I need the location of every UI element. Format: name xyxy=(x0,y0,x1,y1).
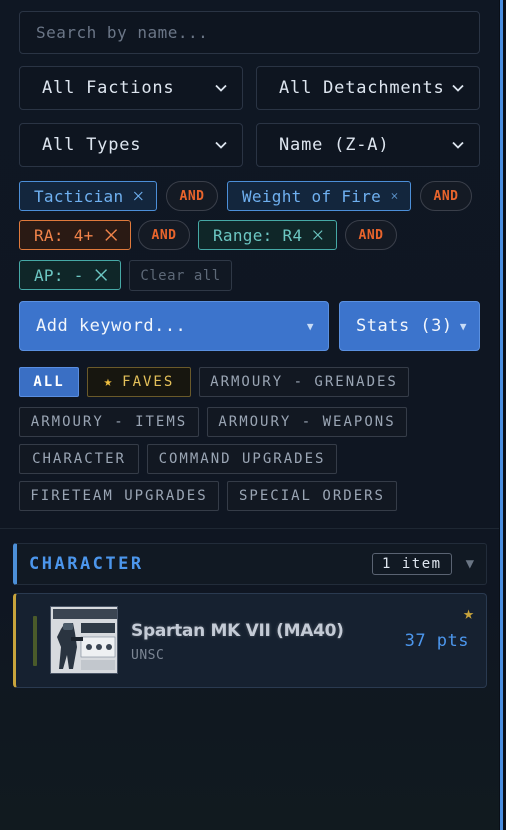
category-tab-label: FAVES xyxy=(122,374,175,390)
clear-all-button[interactable]: Clear all xyxy=(129,260,232,291)
item-points: 37 pts xyxy=(404,631,469,651)
sort-select[interactable]: Name (Z-A) xyxy=(256,123,480,167)
operator-label: AND xyxy=(358,227,384,243)
category-tab-character[interactable]: CHARACTER xyxy=(19,444,139,474)
detachment-select-value: All Detachments xyxy=(279,78,445,98)
operator-toggle[interactable]: AND xyxy=(420,181,472,211)
section-title: CHARACTER xyxy=(29,554,144,574)
sort-select-value: Name (Z-A) xyxy=(279,135,390,155)
close-icon[interactable] xyxy=(312,227,324,243)
item-faction: UNSC xyxy=(131,648,165,663)
category-tab-label: CHARACTER xyxy=(32,451,126,467)
add-keyword-label: Add keyword... xyxy=(36,316,187,336)
close-icon[interactable] xyxy=(133,188,144,204)
filter-chip-label: Tactician xyxy=(34,186,124,206)
category-tab-faves[interactable]: ★ FAVES xyxy=(87,367,191,397)
stats-dropdown[interactable]: Stats (3) ▼ xyxy=(339,301,480,351)
detachment-select[interactable]: All Detachments xyxy=(256,66,480,110)
chevron-down-icon xyxy=(452,141,464,149)
category-tab-label: COMMAND UPGRADES xyxy=(158,451,326,467)
chevron-down-icon xyxy=(452,84,464,92)
operator-label: AND xyxy=(433,188,459,204)
category-tab-label: ARMOURY - ITEMS xyxy=(30,414,188,430)
faction-select[interactable]: All Factions xyxy=(19,66,243,110)
chevron-down-icon xyxy=(215,141,227,149)
filter-chip-label: Range: R4 xyxy=(213,225,303,245)
type-select[interactable]: All Types xyxy=(19,123,243,167)
triangle-down-icon: ▼ xyxy=(306,319,314,333)
close-icon[interactable] xyxy=(94,267,108,283)
category-tab-special-orders[interactable]: SPECIAL ORDERS xyxy=(227,481,397,511)
category-tab-fireteam-upgrades[interactable]: FIRETEAM UPGRADES xyxy=(19,481,219,511)
collapse-triangle-icon[interactable]: ▼ xyxy=(466,556,474,572)
category-tab-armoury-items[interactable]: ARMOURY - ITEMS xyxy=(19,407,199,437)
category-tab-label: SPECIAL ORDERS xyxy=(238,488,385,504)
operator-label: AND xyxy=(151,227,177,243)
operator-toggle[interactable]: AND xyxy=(345,220,397,250)
search-input[interactable] xyxy=(19,11,480,54)
close-icon[interactable] xyxy=(391,188,398,204)
spartan-card-image xyxy=(51,607,117,673)
filter-chip-tactician[interactable]: Tactician xyxy=(19,181,157,211)
category-tab-label: ALL xyxy=(33,374,65,390)
category-tab-command-upgrades[interactable]: COMMAND UPGRADES xyxy=(147,444,337,474)
item-card[interactable]: Spartan MK VII (MA40) UNSC 37 pts ★ xyxy=(13,593,487,688)
section-header-character[interactable]: CHARACTER 1 item ▼ xyxy=(13,543,487,585)
category-tab-armoury-grenades[interactable]: ARMOURY - GRENADES xyxy=(199,367,409,397)
category-tab-label: ARMOURY - GRENADES xyxy=(210,374,398,390)
add-keyword-dropdown[interactable]: Add keyword... ▼ xyxy=(19,301,329,351)
item-name: Spartan MK VII (MA40) xyxy=(131,621,344,641)
type-select-value: All Types xyxy=(42,135,142,155)
filter-chip-ap[interactable]: AP: - xyxy=(19,260,121,290)
triangle-down-icon: ▼ xyxy=(459,319,467,333)
stats-label: Stats (3) xyxy=(356,316,453,336)
item-thumbnail xyxy=(50,606,118,674)
scrollbar[interactable] xyxy=(499,0,506,830)
chevron-down-icon xyxy=(215,84,227,92)
filter-chip-label: AP: - xyxy=(34,265,84,285)
faction-select-value: All Factions xyxy=(42,78,175,98)
category-tab-armoury-weapons[interactable]: ARMOURY - WEAPONS xyxy=(207,407,407,437)
filter-chip-label: RA: 4+ xyxy=(34,225,94,245)
star-icon: ★ xyxy=(103,374,115,390)
category-tab-label: ARMOURY - WEAPONS xyxy=(218,414,396,430)
close-icon[interactable] xyxy=(104,227,118,243)
operator-toggle[interactable]: AND xyxy=(166,181,218,211)
divider xyxy=(0,528,499,529)
filter-chip-range[interactable]: Range: R4 xyxy=(198,220,337,250)
filter-chip-ra[interactable]: RA: 4+ xyxy=(19,220,131,250)
filter-chip-label: Weight of Fire xyxy=(242,186,382,206)
category-tab-all[interactable]: ALL xyxy=(19,367,79,397)
favorite-star-icon[interactable]: ★ xyxy=(463,603,474,624)
category-tab-label: FIRETEAM UPGRADES xyxy=(30,488,208,504)
operator-label: AND xyxy=(179,188,205,204)
item-count-badge: 1 item xyxy=(371,553,452,575)
filter-chip-weight-of-fire[interactable]: Weight of Fire xyxy=(227,181,411,211)
clear-all-label: Clear all xyxy=(140,267,221,284)
operator-toggle[interactable]: AND xyxy=(138,220,190,250)
card-accent-bar xyxy=(33,616,37,666)
